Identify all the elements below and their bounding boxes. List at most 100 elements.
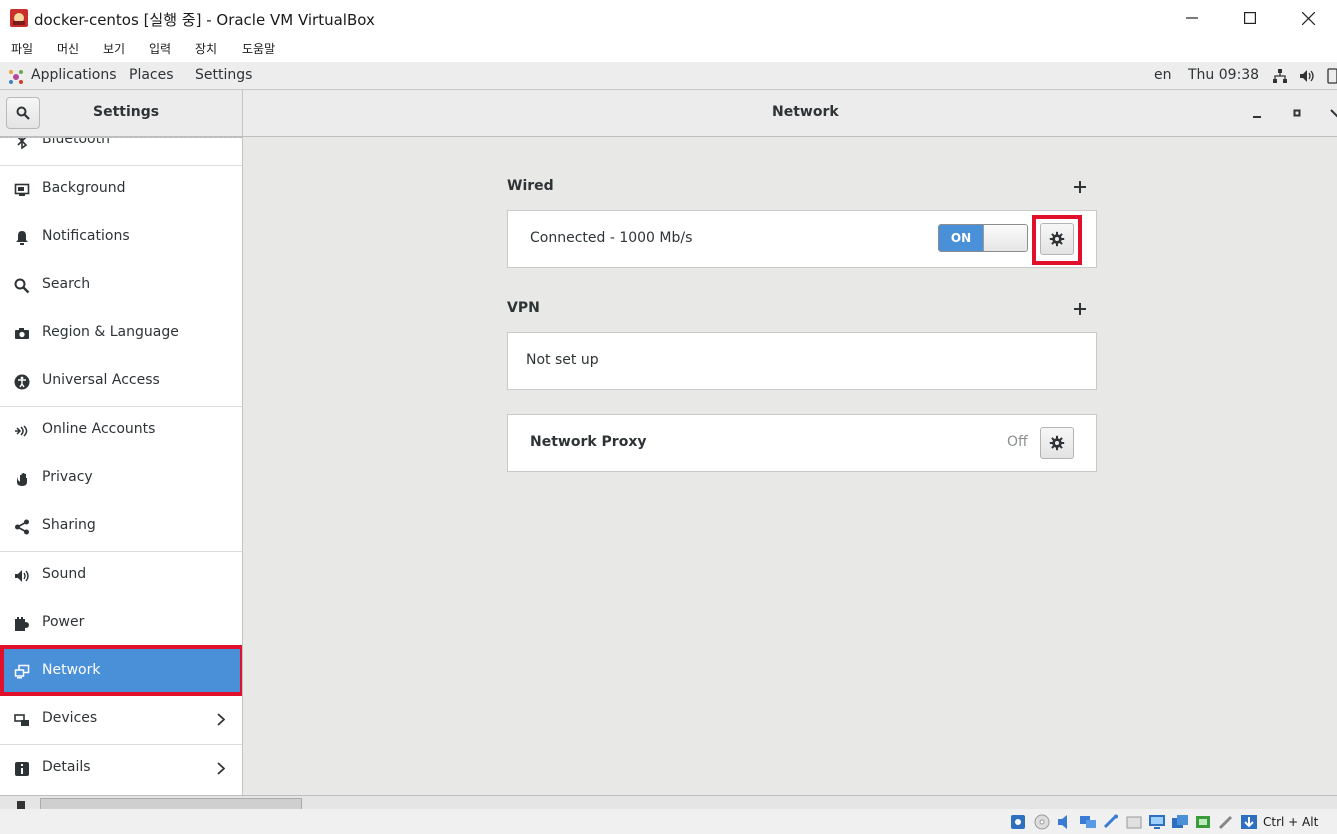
vpn-card: Not set up xyxy=(507,332,1097,390)
sidebar-item-power[interactable]: Power xyxy=(0,600,242,648)
menu-view[interactable]: 보기 xyxy=(103,40,125,57)
settings-minimize-button[interactable] xyxy=(1248,104,1266,122)
usb-icon[interactable] xyxy=(1102,814,1120,830)
sidebar-item-universal-access[interactable]: Universal Access xyxy=(0,358,242,406)
virtualbox-statusbar: Ctrl + Alt xyxy=(0,809,1337,834)
network-proxy-state: Off xyxy=(1007,434,1028,450)
sidebar-item-sound[interactable]: Sound xyxy=(0,552,242,600)
network-proxy-card[interactable]: Network Proxy Off xyxy=(507,414,1097,472)
close-icon xyxy=(1301,11,1315,25)
sidebar-item-search[interactable]: Search xyxy=(0,262,242,310)
speaker-icon xyxy=(15,570,29,582)
settings-headerbar: Settings Network xyxy=(0,90,1337,137)
bluetooth-icon xyxy=(17,137,28,149)
minimize-window-button[interactable] xyxy=(1163,0,1221,36)
mouse-integration-icon[interactable] xyxy=(1217,814,1235,830)
volume-icon[interactable] xyxy=(1299,68,1315,84)
sidebar-scroll-edge xyxy=(0,137,242,138)
gear-icon xyxy=(1049,435,1065,451)
maximize-icon xyxy=(1293,109,1301,117)
gnome-foot-icon xyxy=(9,70,23,84)
applications-menu[interactable]: Applications xyxy=(31,67,117,83)
settings-sidebar[interactable]: Bluetooth Background Notifications Searc… xyxy=(0,137,243,795)
menu-machine[interactable]: 머신 xyxy=(57,40,79,57)
add-wired-button[interactable] xyxy=(1073,180,1087,194)
devices-icon xyxy=(14,714,29,726)
wired-toggle-switch[interactable]: ON xyxy=(938,224,1028,252)
wired-status: Connected - 1000 Mb/s xyxy=(530,230,693,246)
sidebar-item-devices[interactable]: Devices xyxy=(0,696,242,744)
minimize-icon xyxy=(1186,17,1198,19)
audio-icon[interactable] xyxy=(1056,814,1074,830)
settings-title: Settings xyxy=(93,104,160,120)
toggle-knob xyxy=(983,225,1027,251)
video-capture-icon[interactable] xyxy=(1171,814,1189,830)
menu-file[interactable]: 파일 xyxy=(11,40,33,57)
close-icon xyxy=(1330,109,1337,118)
hard-disk-icon[interactable] xyxy=(1009,814,1027,830)
sidebar-item-bluetooth[interactable]: Bluetooth xyxy=(0,137,242,165)
places-menu[interactable]: Places xyxy=(129,67,174,83)
sidebar-item-privacy[interactable]: Privacy xyxy=(0,455,242,503)
settings-header-left: Settings xyxy=(0,90,243,136)
toggle-on-label: ON xyxy=(939,225,983,251)
settings-maximize-button[interactable] xyxy=(1288,104,1306,122)
input-language[interactable]: en xyxy=(1154,67,1172,83)
settings-search-button[interactable] xyxy=(6,97,40,129)
sidebar-item-region-language[interactable]: Region & Language xyxy=(0,310,242,358)
sidebar-item-sharing[interactable]: Sharing xyxy=(0,503,242,551)
host-key-arrow-icon[interactable] xyxy=(1240,814,1258,830)
search-icon xyxy=(16,106,30,120)
bell-icon xyxy=(16,231,28,245)
sidebar-item-online-accounts[interactable]: Online Accounts xyxy=(0,407,242,455)
maximize-window-button[interactable] xyxy=(1221,0,1279,36)
host-titlebar: docker-centos [실행 중] - Oracle VM Virtual… xyxy=(0,0,1337,36)
host-window-title: docker-centos [실행 중] - Oracle VM Virtual… xyxy=(34,11,375,29)
sidebar-item-background[interactable]: Background xyxy=(0,166,242,214)
network-status-icon[interactable] xyxy=(1272,68,1288,84)
camera-icon xyxy=(15,328,29,339)
virtualbox-app-icon xyxy=(10,9,28,27)
cpu-icon[interactable] xyxy=(1194,814,1212,830)
host-menubar: 파일 머신 보기 입력 장치 도움말 xyxy=(0,36,1337,62)
display-icon[interactable] xyxy=(1148,814,1166,830)
vpn-status: Not set up xyxy=(526,352,599,368)
gnome-top-panel: Applications Places Settings en Thu 09:3… xyxy=(0,62,1337,90)
menu-devices[interactable]: 장치 xyxy=(195,40,217,57)
optical-drive-icon[interactable] xyxy=(1033,814,1051,830)
maximize-icon xyxy=(1244,12,1256,24)
network-panel: Wired Connected - 1000 Mb/s ON VPN Not s… xyxy=(243,137,1337,795)
close-window-button[interactable] xyxy=(1279,0,1337,36)
menu-help[interactable]: 도움말 xyxy=(242,40,275,57)
clock[interactable]: Thu 09:38 xyxy=(1188,67,1259,83)
settings-close-button[interactable] xyxy=(1325,104,1337,122)
network-proxy-settings-button[interactable] xyxy=(1040,427,1074,459)
shared-folders-icon[interactable] xyxy=(1125,814,1143,830)
share-icon xyxy=(15,519,29,535)
gnome-bottom-taskbar xyxy=(0,795,1337,810)
info-icon xyxy=(15,762,29,776)
menu-input[interactable]: 입력 xyxy=(149,40,171,57)
power-icon xyxy=(15,617,29,631)
page-title: Network xyxy=(772,104,839,120)
network-adapter-icon[interactable] xyxy=(1079,814,1097,830)
add-vpn-button[interactable] xyxy=(1073,302,1087,316)
highlight-network-sidebar xyxy=(0,645,242,696)
chevron-right-icon xyxy=(217,713,225,726)
online-accounts-icon xyxy=(15,425,28,437)
wired-connection-card: Connected - 1000 Mb/s ON xyxy=(507,210,1097,268)
wired-section-title: Wired xyxy=(507,178,554,194)
chevron-right-icon xyxy=(217,762,225,775)
settings-app-menu[interactable]: Settings xyxy=(195,67,252,83)
vpn-section-title: VPN xyxy=(507,300,540,316)
accessibility-icon xyxy=(14,374,30,390)
network-proxy-label: Network Proxy xyxy=(530,434,647,450)
highlight-wired-settings xyxy=(1032,215,1082,265)
host-key-label: Ctrl + Alt xyxy=(1263,815,1319,829)
background-icon xyxy=(14,183,30,196)
sidebar-item-notifications[interactable]: Notifications xyxy=(0,214,242,262)
minimize-icon xyxy=(1253,116,1261,118)
power-menu-icon[interactable] xyxy=(1326,68,1337,84)
sidebar-item-details[interactable]: Details xyxy=(0,745,242,793)
hand-icon xyxy=(17,473,27,486)
